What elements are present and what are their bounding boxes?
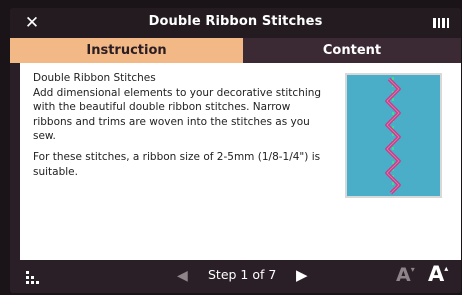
grid-dots-icon[interactable]: [26, 271, 42, 284]
font-increase-icon: A: [428, 262, 445, 286]
tab-instruction[interactable]: Instruction: [10, 38, 243, 63]
instruction-panel: Double Ribbon Stitches Add dimensional e…: [20, 63, 461, 260]
next-step-button[interactable]: ▶: [296, 267, 308, 283]
font-decrease-button[interactable]: A▾: [396, 264, 415, 286]
help-window: ✕ Double Ribbon Stitches Instruction Con…: [10, 8, 461, 293]
instruction-paragraph: Add dimensional elements to your decorat…: [33, 86, 322, 143]
tab-bar: Instruction Content: [10, 38, 461, 63]
window-title: Double Ribbon Stitches: [148, 14, 323, 29]
font-decrease-icon: A: [396, 264, 411, 286]
instruction-heading: Double Ribbon Stitches: [33, 72, 156, 84]
instruction-paragraph: For these stitches, a ribbon size of 2-5…: [33, 150, 321, 178]
instruction-text: Double Ribbon Stitches Add dimensional e…: [33, 71, 328, 185]
bottom-toolbar: ◀ Step 1 of 7 ▶ A▾ A▴: [10, 260, 461, 293]
menu-bars-icon[interactable]: [433, 18, 449, 28]
tab-content[interactable]: Content: [243, 38, 461, 63]
title-bar: ✕ Double Ribbon Stitches: [10, 8, 461, 38]
stitch-illustration: [345, 73, 442, 198]
font-increase-button[interactable]: A▴: [428, 262, 448, 286]
step-indicator: Step 1 of 7: [208, 267, 277, 282]
ribbon-stitch-image: [347, 75, 440, 196]
previous-step-button[interactable]: ◀: [177, 268, 188, 284]
